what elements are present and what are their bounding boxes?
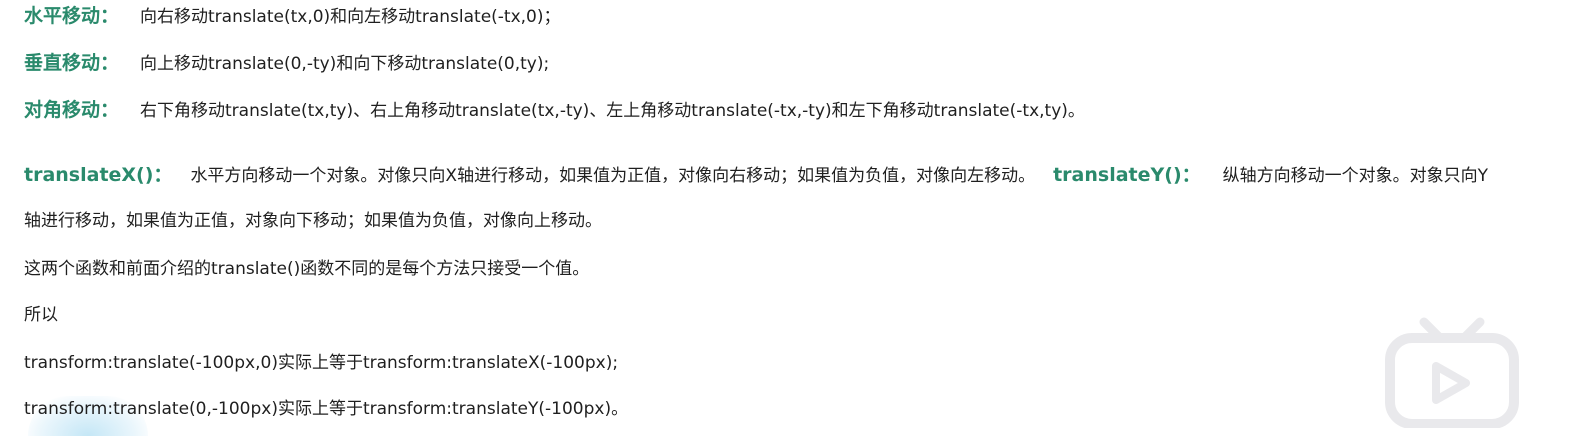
term-diagonal-move: 对角移动： [24,99,120,121]
desc-difference-note: 这两个函数和前面介绍的translate()函数不同的是每个方法只接受一个值。 [24,259,590,279]
line-so: 所以 [24,304,58,326]
desc-equiv-y: transform:translate(0,-100px)实际上等于transf… [24,399,629,419]
desc-diagonal-move: 右下角移动translate(tx,ty)、右上角移动translate(tx,… [140,101,1085,121]
desc-horizontal-move: 向右移动translate(tx,0)和向左移动translate(-tx,0)… [140,7,561,27]
line-vertical-move: 垂直移动： 向上移动translate(0,-ty)和向下移动translate(… [24,52,549,75]
line-equiv-y: transform:translate(0,-100px)实际上等于transf… [24,398,628,420]
desc-so: 所以 [24,305,58,325]
line-equiv-x: transform:translate(-100px,0)实际上等于transf… [24,352,618,374]
desc-equiv-x: transform:translate(-100px,0)实际上等于transf… [24,353,619,373]
desc-translatey-part2: 轴进行移动，如果值为正值，对象向下移动；如果值为负值，对像向上移动。 [24,211,602,231]
line-diagonal-move: 对角移动： 右下角移动translate(tx,ty)、右上角移动translat… [24,99,1085,122]
line-horizontal-move: 水平移动： 向右移动translate(tx,0)和向左移动translate(-… [24,5,561,28]
term-horizontal-move: 水平移动： [24,5,120,27]
term-vertical-move: 垂直移动： [24,52,120,74]
desc-vertical-move: 向上移动translate(0,-ty)和向下移动translate(0,ty)… [140,54,550,74]
line-translatey-cont: 轴进行移动，如果值为正值，对象向下移动；如果值为负值，对像向上移动。 [24,210,602,232]
desc-translatex: 水平方向移动一个对象。对像只向X轴进行移动，如果值为正值，对像向右移动；如果值为… [190,166,1036,186]
video-play-button[interactable] [1384,316,1520,429]
term-translatex: translateX()： [24,164,173,186]
term-translatey: translateY()： [1053,164,1201,186]
tv-play-icon [1385,317,1519,429]
line-translatex-translatey: translateX()： 水平方向移动一个对象。对像只向X轴进行移动，如果值为正… [24,164,1488,187]
desc-translatey-part1: 纵轴方向移动一个对象。对象只向Y [1222,166,1489,186]
line-difference-note: 这两个函数和前面介绍的translate()函数不同的是每个方法只接受一个值。 [24,258,589,280]
